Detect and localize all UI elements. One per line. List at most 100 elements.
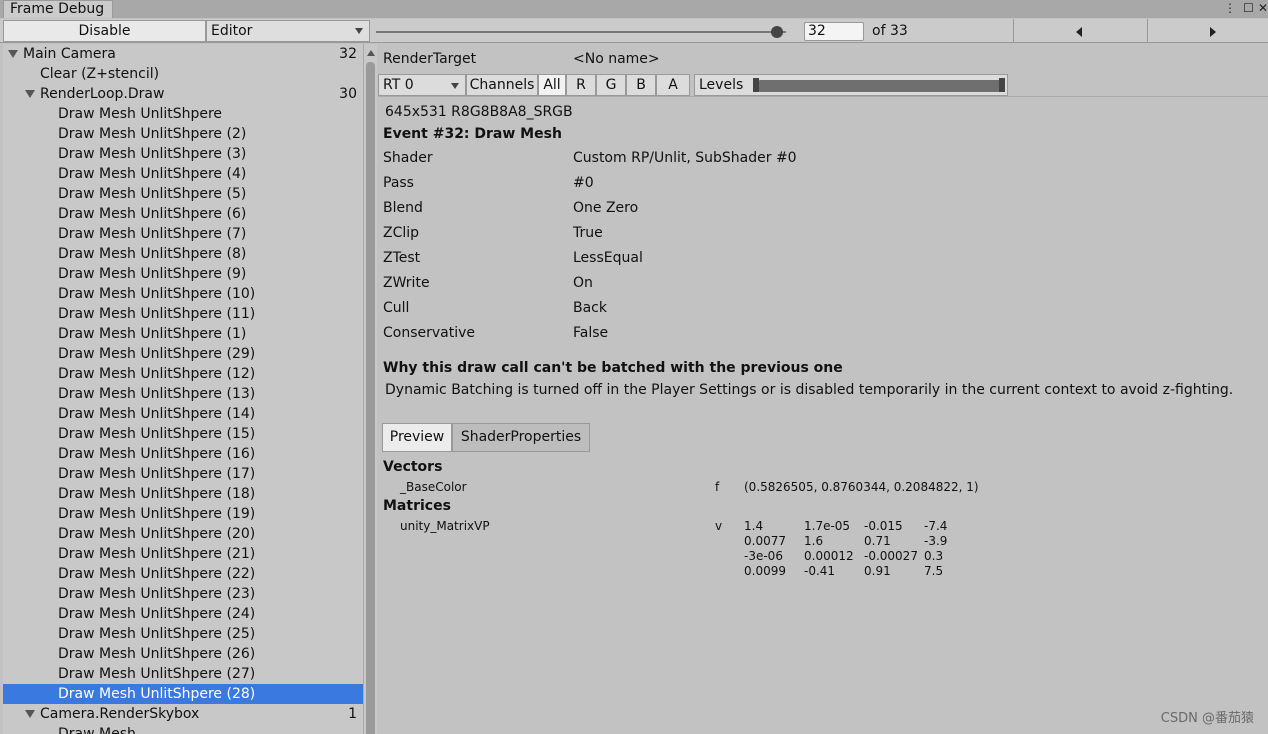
tree-row-label: RenderLoop.Draw	[40, 86, 165, 102]
frame-debug-tab[interactable]: Frame Debug	[3, 0, 113, 18]
maximize-icon[interactable]: ☐	[1243, 0, 1254, 16]
channel-g-toggle[interactable]: G	[596, 74, 626, 96]
tree-row[interactable]: Draw Mesh UnlitShpere (4)	[3, 164, 363, 184]
window-titlebar: Frame Debug ⋮ ☐ ✕	[0, 0, 1268, 18]
property-value: On	[573, 275, 593, 291]
channel-b-toggle[interactable]: B	[626, 74, 656, 96]
tree-row[interactable]: Draw Mesh UnlitShpere (2)	[3, 124, 363, 144]
tree-row-label: Draw Mesh UnlitShpere (12)	[58, 366, 256, 382]
tree-row[interactable]: Draw Mesh UnlitShpere (15)	[3, 424, 363, 444]
tree-row[interactable]: Draw Mesh UnlitShpere (16)	[3, 444, 363, 464]
channel-r-toggle[interactable]: R	[566, 74, 596, 96]
matrix-cell: 1.4	[744, 519, 764, 533]
render-target-label: RenderTarget	[383, 51, 477, 67]
tree-scrollbar[interactable]	[363, 44, 377, 734]
render-target-format: 645x531 R8G8B8A8_SRGB	[385, 104, 573, 120]
tree-row[interactable]: Draw Mesh UnlitShpere (10)	[3, 284, 363, 304]
levels-min-handle[interactable]	[753, 78, 759, 92]
tree-row-label: Draw Mesh UnlitShpere (29)	[58, 346, 256, 362]
tree-row[interactable]: Draw Mesh UnlitShpere (9)	[3, 264, 363, 284]
tree-row[interactable]: Draw Mesh	[3, 724, 363, 734]
tree-row[interactable]: Draw Mesh UnlitShpere (19)	[3, 504, 363, 524]
tree-row[interactable]: Draw Mesh UnlitShpere (23)	[3, 584, 363, 604]
tree-row-label: Draw Mesh UnlitShpere (22)	[58, 566, 256, 582]
levels-label: Levels	[699, 77, 744, 93]
tab-preview[interactable]: Preview	[382, 423, 452, 452]
render-target-controls: RT 0 Channels All R G B A Levels	[378, 72, 1268, 97]
levels-range-slider[interactable]	[755, 80, 1005, 92]
property-value: LessEqual	[573, 250, 643, 266]
matrix-cell: -0.41	[804, 564, 836, 578]
close-icon[interactable]: ✕	[1258, 0, 1268, 16]
tree-row[interactable]: Draw Mesh UnlitShpere (11)	[3, 304, 363, 324]
tree-row-selected[interactable]: Draw Mesh UnlitShpere (28)	[3, 684, 363, 704]
event-tree: Main Camera 32 Clear (Z+stencil) RenderLoop…	[3, 44, 363, 734]
tree-row[interactable]: Draw Mesh UnlitShpere (1)	[3, 324, 363, 344]
disable-button[interactable]: Disable	[3, 20, 206, 42]
tree-row[interactable]: Draw Mesh UnlitShpere (21)	[3, 544, 363, 564]
rt-select-dropdown[interactable]: RT 0	[378, 74, 466, 96]
tree-row-label: Draw Mesh UnlitShpere (16)	[58, 446, 256, 462]
property-value: True	[573, 225, 603, 241]
property-value: #0	[573, 175, 594, 191]
tree-row[interactable]: Draw Mesh UnlitShpere (22)	[3, 564, 363, 584]
tree-row-label: Draw Mesh UnlitShpere (7)	[58, 226, 247, 242]
tab-shader-properties[interactable]: ShaderProperties	[452, 423, 590, 452]
tree-row[interactable]: Camera.RenderSkybox 1	[3, 704, 363, 724]
tree-row[interactable]: Draw Mesh UnlitShpere (29)	[3, 344, 363, 364]
tree-row[interactable]: Draw Mesh UnlitShpere (6)	[3, 204, 363, 224]
tree-row[interactable]: RenderLoop.Draw 30	[3, 84, 363, 104]
property-name: Conservative	[383, 325, 476, 341]
matrix-type: v	[715, 519, 723, 533]
scroll-up-icon[interactable]	[367, 50, 375, 56]
event-slider-thumb[interactable]	[771, 26, 783, 38]
event-index-field[interactable]: 32	[804, 22, 864, 41]
tree-row[interactable]: Draw Mesh UnlitShpere (24)	[3, 604, 363, 624]
previous-event-button[interactable]	[1013, 19, 1147, 43]
render-target-value: <No name>	[573, 51, 660, 67]
tree-row[interactable]: Main Camera 32	[3, 44, 363, 64]
next-event-button[interactable]	[1147, 19, 1268, 43]
matrix-cell: 0.0077	[744, 534, 786, 548]
tree-row[interactable]: Draw Mesh UnlitShpere (25)	[3, 624, 363, 644]
tree-row-label: Draw Mesh UnlitShpere (5)	[58, 186, 247, 202]
tree-row[interactable]: Draw Mesh UnlitShpere (26)	[3, 644, 363, 664]
tree-row-label: Draw Mesh UnlitShpere (23)	[58, 586, 256, 602]
tree-row[interactable]: Draw Mesh UnlitShpere (27)	[3, 664, 363, 684]
tree-row[interactable]: Draw Mesh UnlitShpere (5)	[3, 184, 363, 204]
tree-row[interactable]: Draw Mesh UnlitShpere	[3, 104, 363, 124]
matrix-cell: 0.91	[864, 564, 891, 578]
channel-a-toggle[interactable]: A	[656, 74, 690, 96]
tree-row-label: Draw Mesh UnlitShpere (11)	[58, 306, 256, 322]
property-name: Cull	[383, 300, 410, 316]
arrow-right-icon	[1210, 27, 1216, 37]
levels-control[interactable]: Levels	[694, 74, 1008, 96]
tree-row[interactable]: Draw Mesh UnlitShpere (12)	[3, 364, 363, 384]
tree-row[interactable]: Draw Mesh UnlitShpere (14)	[3, 404, 363, 424]
event-title: Event #32: Draw Mesh	[383, 126, 562, 142]
target-dropdown[interactable]: Editor	[206, 20, 370, 42]
tree-row[interactable]: Draw Mesh UnlitShpere (8)	[3, 244, 363, 264]
matrix-cell: 1.6	[804, 534, 824, 548]
tree-row[interactable]: Draw Mesh UnlitShpere (17)	[3, 464, 363, 484]
tree-row[interactable]: Draw Mesh UnlitShpere (3)	[3, 144, 363, 164]
levels-max-handle[interactable]	[999, 78, 1005, 92]
event-slider-track[interactable]	[376, 31, 786, 33]
property-name: ZWrite	[383, 275, 430, 291]
tree-row[interactable]: Draw Mesh UnlitShpere (18)	[3, 484, 363, 504]
property-name: Pass	[383, 175, 414, 191]
foldout-arrow-icon[interactable]	[25, 710, 35, 718]
tree-row[interactable]: Clear (Z+stencil)	[3, 64, 363, 84]
channel-all-toggle[interactable]: All	[538, 74, 566, 96]
foldout-arrow-icon[interactable]	[8, 50, 18, 58]
property-value: Custom RP/Unlit, SubShader #0	[573, 150, 797, 166]
vector-value: (0.5826505, 0.8760344, 0.2084822, 1)	[744, 480, 979, 494]
scrollbar-thumb[interactable]	[366, 62, 375, 734]
more-options-icon[interactable]: ⋮	[1224, 0, 1236, 16]
tree-row[interactable]: Draw Mesh UnlitShpere (13)	[3, 384, 363, 404]
tree-row[interactable]: Draw Mesh UnlitShpere (20)	[3, 524, 363, 544]
channels-label: Channels	[466, 74, 538, 96]
foldout-arrow-icon[interactable]	[25, 90, 35, 98]
vector-name: _BaseColor	[400, 480, 467, 494]
tree-row[interactable]: Draw Mesh UnlitShpere (7)	[3, 224, 363, 244]
